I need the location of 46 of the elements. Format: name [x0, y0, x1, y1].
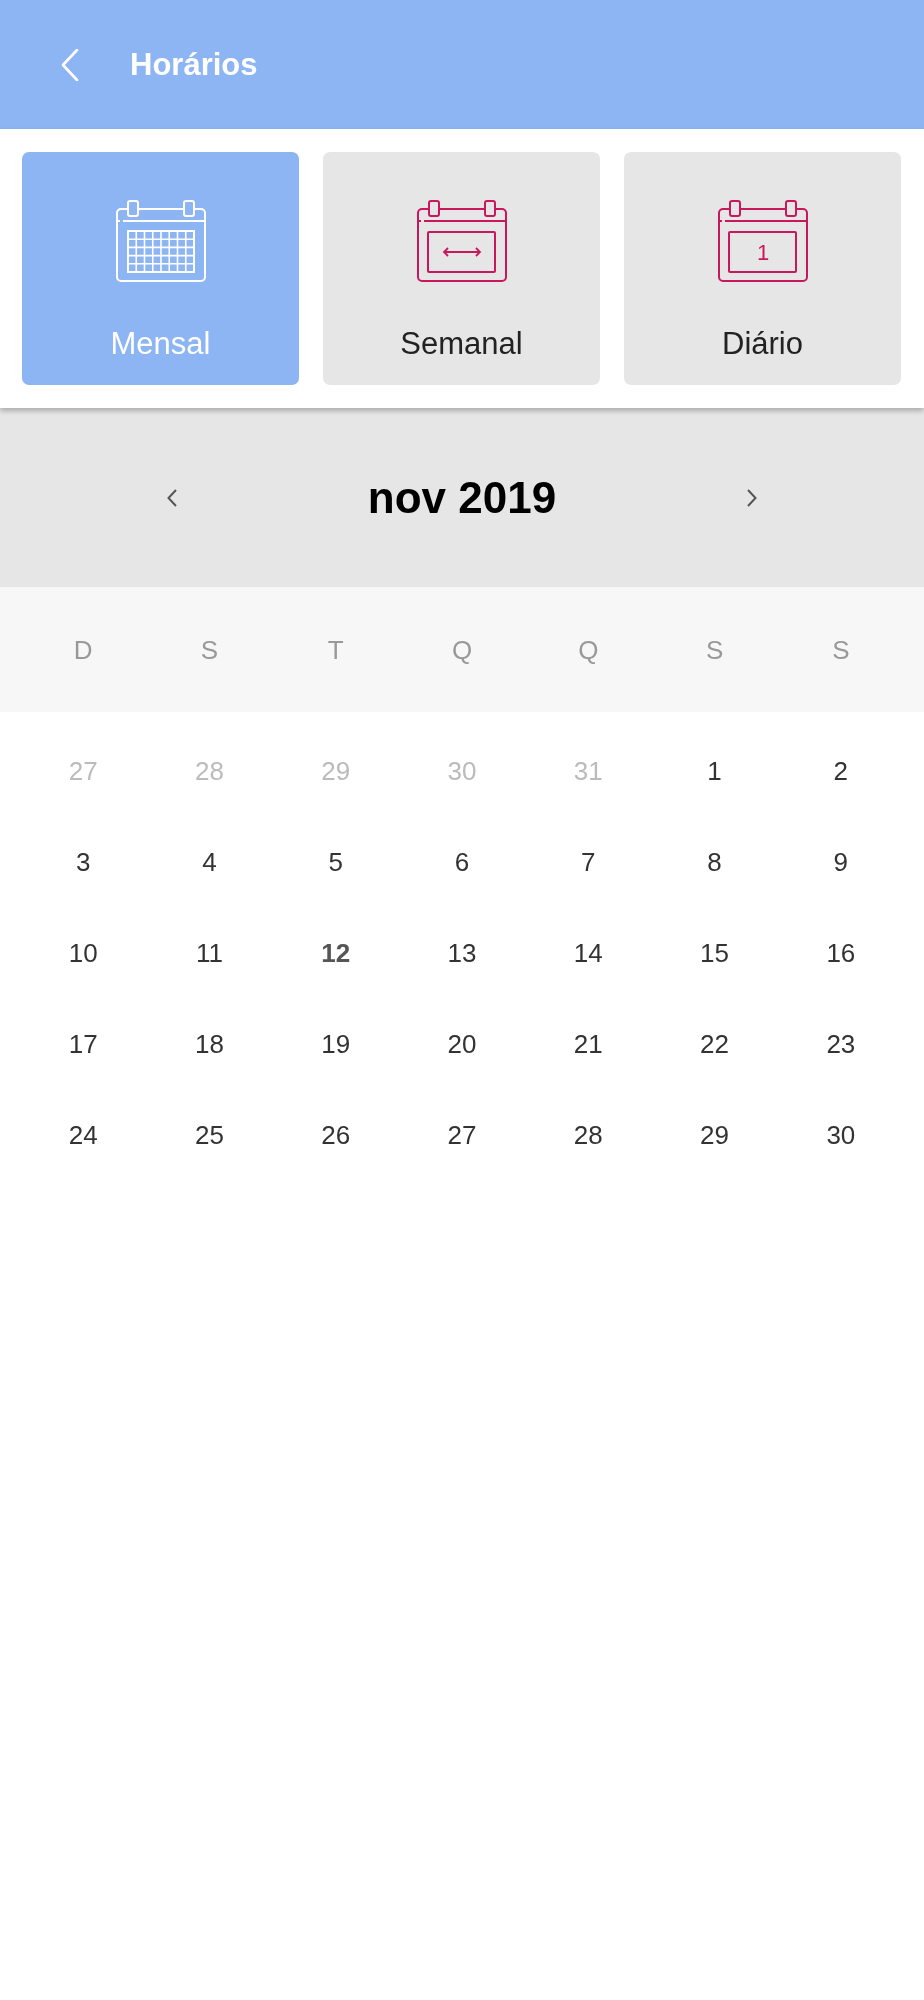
calendar-day[interactable]: 6 — [454, 848, 470, 875]
calendar-day[interactable]: 29 — [700, 1121, 729, 1148]
calendar-day[interactable]: 2 — [833, 757, 849, 784]
calendar-day[interactable]: 13 — [447, 939, 477, 966]
calendar-day[interactable]: 17 — [68, 1030, 98, 1057]
weekday-label: S — [705, 636, 724, 663]
calendar-day[interactable]: 4 — [202, 848, 217, 875]
month-title: nov 2019 — [367, 475, 557, 520]
calendar-day[interactable]: 5 — [328, 848, 343, 875]
page-title: Horários — [130, 49, 258, 80]
weekday-label: S — [200, 636, 219, 663]
calendar-day[interactable]: 22 — [700, 1030, 729, 1057]
weekday-label: S — [832, 636, 850, 663]
calendar-day[interactable]: 1 — [707, 757, 722, 784]
weekday-label: Q — [451, 636, 473, 663]
calendar-grid-icon — [115, 200, 206, 282]
calendar-day[interactable]: 16 — [826, 939, 856, 966]
view-tab[interactable]: Semanal — [323, 152, 600, 385]
calendar-day[interactable]: 14 — [573, 939, 603, 966]
weekday-label: D — [73, 636, 93, 663]
calendar-day[interactable]: 30 — [826, 1121, 856, 1148]
weekday-label: Q — [578, 636, 599, 663]
calendar-day[interactable]: 9 — [833, 848, 849, 875]
view-tab[interactable]: 1 Diário — [624, 152, 901, 385]
calendar-day[interactable]: 18 — [194, 1030, 224, 1057]
calendar-day[interactable]: 24 — [68, 1121, 98, 1148]
weekday-label: T — [327, 636, 344, 663]
calendar-day[interactable]: 26 — [321, 1121, 351, 1148]
calendar-day[interactable]: 10 — [68, 939, 98, 966]
calendar-day[interactable]: 19 — [321, 1030, 351, 1057]
calendar-day[interactable]: 25 — [194, 1121, 224, 1148]
calendar-day[interactable]: 23 — [826, 1030, 856, 1057]
calendar-day[interactable]: 20 — [447, 1030, 477, 1057]
calendar-day[interactable]: 12 — [321, 939, 351, 966]
chevron-left-icon — [167, 488, 177, 507]
calendar-day[interactable]: 27 — [447, 1121, 477, 1148]
calendar-day[interactable]: 28 — [573, 1121, 603, 1148]
calendar-day[interactable]: 21 — [573, 1030, 603, 1057]
chevron-left-icon — [61, 48, 79, 81]
calendar-day[interactable]: 11 — [195, 939, 223, 966]
calendar-arrows-icon — [416, 200, 507, 282]
calendar-day[interactable]: 8 — [707, 848, 722, 875]
chevron-right-icon — [747, 488, 757, 507]
calendar-day[interactable]: 15 — [700, 939, 729, 966]
calendar-day[interactable]: 3 — [75, 848, 91, 875]
calendar-day[interactable]: 7 — [581, 848, 596, 875]
